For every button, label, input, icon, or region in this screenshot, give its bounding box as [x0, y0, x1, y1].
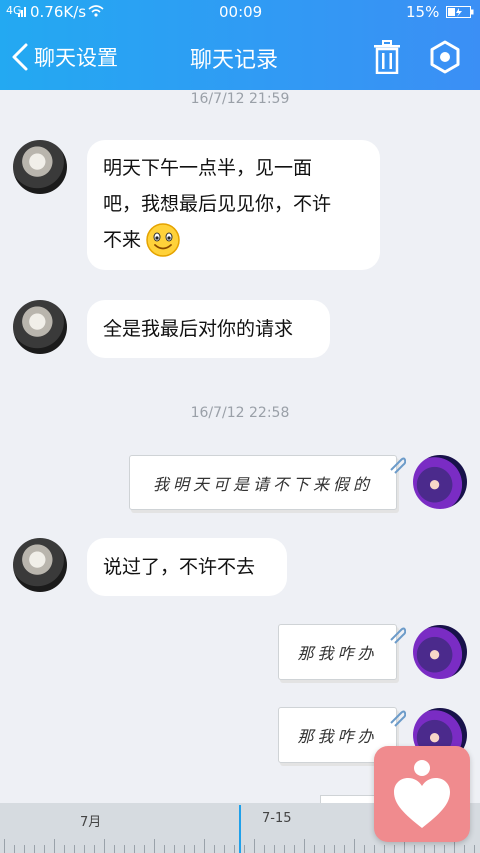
smile-emoji-icon [146, 223, 180, 257]
timeline-tick [94, 845, 95, 853]
trash-icon [374, 40, 400, 75]
message-text: 吧，我想最后见见你，不许 [103, 193, 332, 215]
timeline-date-label: 7-15 [262, 811, 292, 826]
battery-percent: 15% [406, 3, 440, 21]
message-text: 说过了，不许不去 [103, 556, 256, 578]
timeline-tick [74, 845, 75, 853]
timestamp: 16/7/12 22:58 [190, 405, 290, 421]
timeline-tick [234, 845, 235, 853]
timeline-tick [194, 845, 195, 853]
message-text: 不来 [103, 229, 142, 251]
timeline-tick [4, 839, 5, 853]
avatar-self[interactable] [413, 625, 467, 679]
timeline-tick [364, 845, 365, 853]
settings-button[interactable] [429, 40, 461, 74]
timeline-tick [334, 845, 335, 853]
timeline-tick [54, 839, 55, 853]
timeline-tick [34, 845, 35, 853]
timeline-tick [324, 845, 325, 853]
timeline-tick [154, 839, 155, 853]
message-bubble[interactable]: 说过了，不许不去 [87, 538, 287, 596]
timeline-tick [374, 845, 375, 853]
paperclip-icon [390, 457, 406, 474]
message-text: 明天下午一点半，见一面 [103, 157, 313, 179]
timeline-tick [204, 839, 205, 853]
timeline-tick [354, 839, 355, 853]
timeline-tick [464, 845, 465, 853]
wifi-icon [88, 5, 104, 17]
timeline-tick [274, 845, 275, 853]
timeline-tick [84, 845, 85, 853]
heart-person-icon [394, 760, 450, 828]
chevron-left-icon [12, 43, 28, 71]
timeline-tick [384, 845, 385, 853]
timeline-tick [424, 845, 425, 853]
timeline-tick [134, 845, 135, 853]
back-label: 聊天设置 [34, 46, 118, 70]
avatar[interactable] [13, 300, 67, 354]
timeline-tick [414, 845, 415, 853]
timeline-tick [294, 845, 295, 853]
message-text: 那我咋办 [297, 644, 378, 663]
message-bubble[interactable]: 明天下午一点半，见一面 吧，我想最后见见你，不许 不来 [87, 140, 380, 270]
delete-button[interactable] [372, 40, 402, 75]
timeline-tick [224, 845, 225, 853]
network-speed: 0.76K/s [30, 3, 87, 21]
timeline-tick [304, 839, 305, 853]
paperclip-icon [390, 710, 406, 727]
battery-icon [446, 6, 474, 18]
timeline-cursor[interactable] [239, 805, 241, 853]
timeline-tick [254, 839, 255, 853]
message-bubble[interactable]: 全是我最后对你的请求 [87, 300, 330, 358]
timeline-tick [264, 845, 265, 853]
timeline-tick [244, 845, 245, 853]
clock: 00:09 [219, 3, 263, 21]
timeline-tick [394, 845, 395, 853]
timeline-tick [214, 845, 215, 853]
avatar[interactable] [13, 140, 67, 194]
message-text: 我明天可是请不下来假的 [152, 474, 373, 494]
page-title: 聊天记录 [190, 48, 279, 73]
timeline-tick [284, 845, 285, 853]
timeline-tick [124, 845, 125, 853]
back-button[interactable]: 聊天设置 [10, 40, 118, 74]
paperclip-icon [390, 627, 406, 644]
timeline-tick [344, 845, 345, 853]
timeline-tick [164, 845, 165, 853]
timeline-tick [14, 845, 15, 853]
timeline-tick [114, 845, 115, 853]
timeline-tick [104, 839, 105, 853]
paper-message-bubble[interactable]: 那我咋办 [278, 624, 397, 680]
paper-message-bubble[interactable]: 我明天可是请不下来假的 [129, 455, 397, 510]
timeline-tick [144, 845, 145, 853]
signal-icon [18, 7, 26, 17]
message-text: 全是我最后对你的请求 [103, 318, 294, 340]
timeline-tick [174, 845, 175, 853]
top-bar: 4G 0.76K/s 00:09 15% 聊天设置 聊天记录 [0, 0, 480, 90]
favorite-heart-button[interactable] [374, 746, 470, 842]
avatar-self[interactable] [413, 455, 467, 509]
timeline-tick [314, 845, 315, 853]
timeline-tick [184, 845, 185, 853]
timeline-month-label: 7月 [80, 815, 102, 830]
timeline-tick [24, 845, 25, 853]
timeline-tick [444, 845, 445, 853]
timeline-tick [44, 845, 45, 853]
timeline-tick [64, 845, 65, 853]
message-text: 那我咋办 [297, 727, 378, 746]
avatar[interactable] [13, 538, 67, 592]
timeline-tick [474, 845, 475, 853]
hexagon-settings-icon [430, 40, 460, 74]
timestamp: 16/7/12 21:59 [190, 91, 290, 107]
timeline-tick [434, 845, 435, 853]
